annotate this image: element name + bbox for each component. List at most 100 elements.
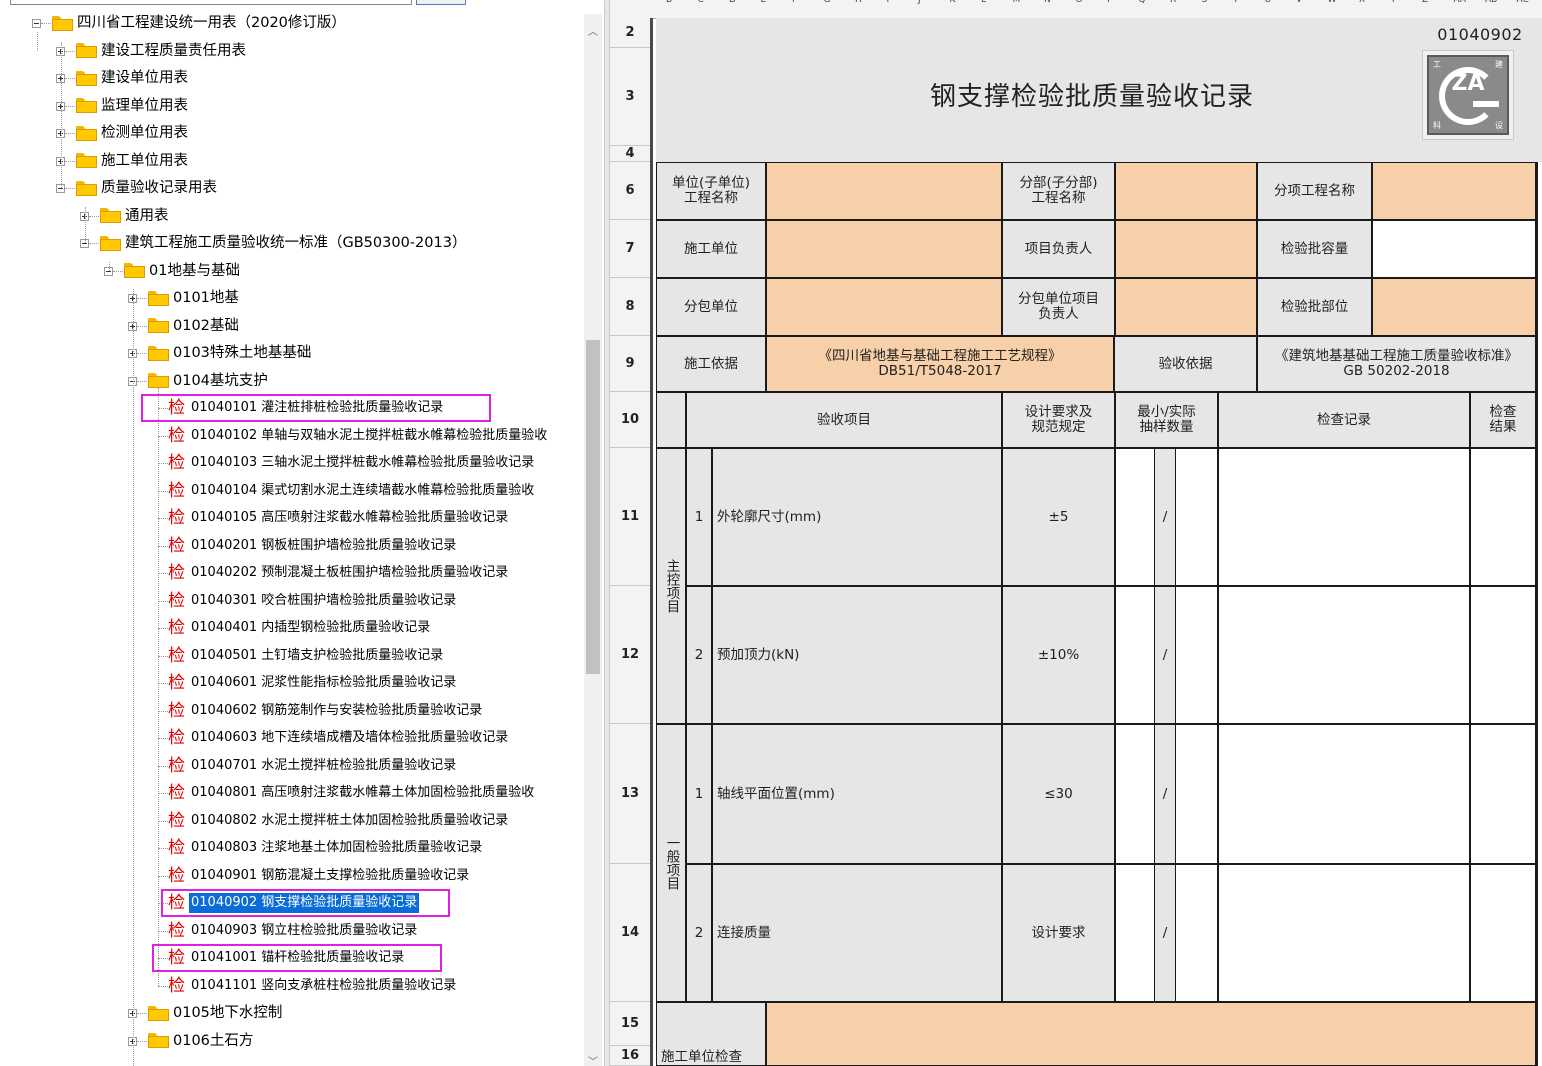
tree-level1-1[interactable]: 建设单位用表 bbox=[76, 65, 190, 91]
tree-record-item[interactable]: 检 01040104 渠式切割水泥土连续墙截水帷幕检验批质量验收 bbox=[168, 478, 536, 504]
tree-level1-5[interactable]: 质量验收记录用表 bbox=[76, 175, 219, 201]
table-header-blank[interactable] bbox=[656, 392, 686, 448]
tree-record-item[interactable]: 检 01040801 高压喷射注浆截水帷幕土体加固检验批质量验收 bbox=[168, 780, 536, 806]
column-letter[interactable]: C bbox=[698, 0, 704, 5]
tree-level4-after-1[interactable]: 0106土石方 bbox=[148, 1028, 255, 1054]
item-requirement[interactable]: ±5 bbox=[1002, 448, 1115, 586]
construction-basis-value[interactable]: 《四川省地基与基础工程施工工艺规程》 DB51/T5048-2017 bbox=[766, 336, 1114, 392]
scroll-down-icon[interactable]: ﹀ bbox=[584, 1054, 602, 1066]
table-header-record[interactable]: 检查记录 bbox=[1218, 392, 1470, 448]
sample-actual[interactable] bbox=[1175, 448, 1218, 586]
tree-search-button[interactable] bbox=[416, 0, 466, 5]
sample-actual[interactable] bbox=[1175, 586, 1218, 724]
collapse-icon[interactable] bbox=[32, 19, 41, 28]
column-letter[interactable]: U bbox=[1265, 0, 1272, 5]
footer-value[interactable] bbox=[766, 1002, 1536, 1066]
row-number[interactable]: 16 bbox=[610, 1046, 650, 1066]
tree-level1-4[interactable]: 施工单位用表 bbox=[76, 148, 190, 174]
tree-record-item[interactable]: 检 01040701 水泥土搅拌桩检验批质量验收记录 bbox=[168, 753, 458, 779]
check-result[interactable] bbox=[1470, 448, 1536, 586]
subcontractor-label[interactable]: 分包单位 bbox=[656, 278, 766, 336]
tree-record-item[interactable]: 检 01040802 水泥土搅拌桩土体加固检验批质量验收记录 bbox=[168, 808, 510, 834]
item-number[interactable]: 2 bbox=[686, 586, 712, 724]
tree-search-input[interactable] bbox=[10, 0, 412, 5]
sub-lead-label[interactable]: 分包单位项目 负责人 bbox=[1002, 278, 1115, 336]
tree-record-item[interactable]: 检 01040105 高压喷射注浆截水帷幕检验批质量验收记录 bbox=[168, 505, 510, 531]
check-result[interactable] bbox=[1470, 864, 1536, 1002]
construction-basis-label[interactable]: 施工依据 bbox=[656, 336, 766, 392]
tree-level1-0[interactable]: 建设工程质量责任用表 bbox=[76, 38, 248, 64]
item-name-label[interactable]: 分项工程名称 bbox=[1257, 162, 1372, 220]
item-name-value[interactable] bbox=[1372, 162, 1536, 220]
tree-record-item[interactable]: 检 01040601 泥浆性能指标检验批质量验收记录 bbox=[168, 670, 458, 696]
column-letter[interactable]: I bbox=[887, 0, 890, 5]
item-name[interactable]: 轴线平面位置(mm) bbox=[712, 724, 1002, 864]
column-letter[interactable]: G bbox=[824, 0, 831, 5]
item-name[interactable]: 外轮廓尺寸(mm) bbox=[712, 448, 1002, 586]
batch-location-value[interactable] bbox=[1372, 278, 1536, 336]
check-result[interactable] bbox=[1470, 586, 1536, 724]
item-requirement[interactable]: ±10% bbox=[1002, 586, 1115, 724]
acceptance-basis-label[interactable]: 验收依据 bbox=[1114, 336, 1257, 392]
column-letter[interactable]: J bbox=[918, 0, 921, 5]
column-letter[interactable]: Z bbox=[1422, 0, 1428, 5]
tree-record-item[interactable]: 检 01040103 三轴水泥土搅拌桩截水帷幕检验批质量验收记录 bbox=[168, 450, 536, 476]
tree-record-item[interactable]: 检 01041001 锚杆检验批质量验收记录 bbox=[168, 945, 406, 971]
form-code-cell[interactable]: 01040902 bbox=[1418, 18, 1542, 50]
tree-level3-0[interactable]: 01地基与基础 bbox=[124, 258, 242, 284]
project-lead-value[interactable] bbox=[1115, 220, 1257, 278]
tree-record-item[interactable]: 检 01040803 注浆地基土体加固检验批质量验收记录 bbox=[168, 835, 484, 861]
column-letter[interactable]: X bbox=[1359, 0, 1365, 5]
tree-level4-1[interactable]: 0102基础 bbox=[148, 313, 241, 339]
tree-record-item[interactable]: 检 01041101 竖向支承桩柱检验批质量验收记录 bbox=[168, 973, 458, 999]
tree-root[interactable]: 四川省工程建设统一用表（2020修订版） bbox=[52, 10, 348, 36]
sample-min[interactable] bbox=[1115, 586, 1155, 724]
main-group-cell[interactable]: 主控项目 bbox=[656, 448, 686, 724]
contractor-label[interactable]: 施工单位 bbox=[656, 220, 766, 278]
division-name-label[interactable]: 分部(子分部) 工程名称 bbox=[1002, 162, 1115, 220]
column-letter[interactable]: F bbox=[792, 0, 797, 5]
column-letter[interactable]: M bbox=[1013, 0, 1021, 5]
sample-min[interactable] bbox=[1115, 448, 1155, 586]
sub-lead-value[interactable] bbox=[1115, 278, 1257, 336]
tree-record-item[interactable]: 检 01040301 咬合桩围护墙检验批质量验收记录 bbox=[168, 588, 458, 614]
division-name-value[interactable] bbox=[1115, 162, 1257, 220]
column-letter[interactable]: AA bbox=[1454, 0, 1467, 5]
tree-level2-1[interactable]: 建筑工程施工质量验收统一标准（GB50300-2013） bbox=[100, 230, 468, 256]
footer-label[interactable]: 施工单位检查 bbox=[656, 1002, 766, 1066]
tree-level2-0[interactable]: 通用表 bbox=[100, 203, 171, 229]
column-letter[interactable]: N bbox=[1044, 0, 1051, 5]
tree-record-item[interactable]: 检 01040102 单轴与双轴水泥土搅拌桩截水帷幕检验批质量验收 bbox=[168, 423, 549, 449]
column-letter[interactable]: O bbox=[1076, 0, 1083, 5]
general-group-cell[interactable]: 一般项目 bbox=[656, 724, 686, 1002]
tree-level4-after-0[interactable]: 0105地下水控制 bbox=[148, 1000, 284, 1026]
tree-level4-0[interactable]: 0101地基 bbox=[148, 285, 241, 311]
sample-min[interactable] bbox=[1115, 864, 1155, 1002]
batch-capacity-value[interactable] bbox=[1372, 220, 1536, 278]
column-letter[interactable]: Y bbox=[1391, 0, 1397, 5]
tree-scrollbar[interactable]: ︿ ﹀ bbox=[584, 14, 602, 1066]
tree-level4-2[interactable]: 0103特殊土地基基础 bbox=[148, 340, 313, 366]
row-number[interactable]: 11 bbox=[610, 448, 650, 586]
check-result[interactable] bbox=[1470, 724, 1536, 864]
unit-name-label[interactable]: 单位(子单位) 工程名称 bbox=[656, 162, 766, 220]
tree-level1-3[interactable]: 检测单位用表 bbox=[76, 120, 190, 146]
column-letter[interactable]: W bbox=[1328, 0, 1337, 5]
check-record[interactable] bbox=[1218, 864, 1470, 1002]
column-letter[interactable]: T bbox=[1233, 0, 1239, 5]
item-requirement[interactable]: 设计要求 bbox=[1002, 864, 1115, 1002]
column-letter[interactable]: AB bbox=[1485, 0, 1497, 5]
row-number[interactable]: 4 bbox=[610, 146, 650, 162]
column-letter[interactable]: H bbox=[855, 0, 862, 5]
row-number[interactable]: 15 bbox=[610, 1002, 650, 1046]
tree-record-item[interactable]: 检 01040602 钢筋笼制作与安装检验批质量验收记录 bbox=[168, 698, 484, 724]
item-name[interactable]: 连接质量 bbox=[712, 864, 1002, 1002]
row-number[interactable]: 8 bbox=[610, 278, 650, 336]
column-letter[interactable]: S bbox=[1202, 0, 1208, 5]
column-letter[interactable]: P bbox=[1107, 0, 1112, 5]
row-number[interactable]: 2 bbox=[610, 18, 650, 48]
tree-record-item[interactable]: 检 01040201 钢板桩围护墙检验批质量验收记录 bbox=[168, 533, 458, 559]
table-header-design[interactable]: 设计要求及 规范规定 bbox=[1002, 392, 1115, 448]
row-number[interactable]: 12 bbox=[610, 586, 650, 724]
column-letter[interactable]: B bbox=[666, 0, 672, 5]
